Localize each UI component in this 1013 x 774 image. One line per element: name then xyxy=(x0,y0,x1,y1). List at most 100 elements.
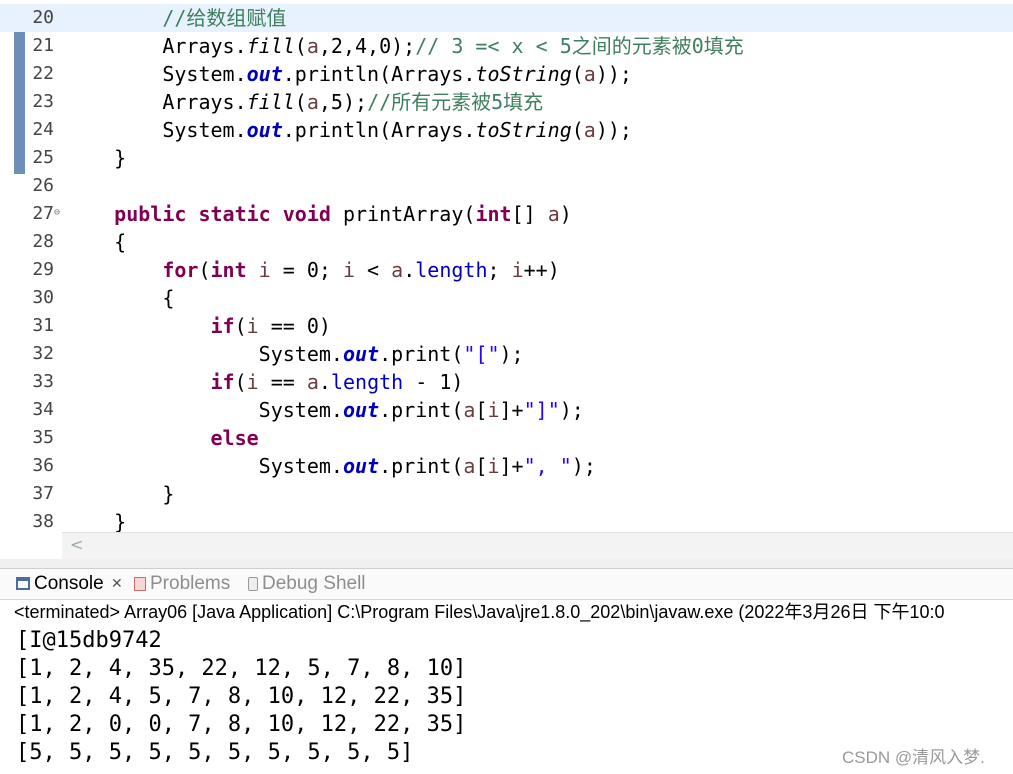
code-token: int xyxy=(210,258,247,282)
code-text: System.out.print(a[i]+", "); xyxy=(66,452,596,480)
code-token: . xyxy=(318,370,331,394)
code-token: "[" xyxy=(463,342,500,366)
code-token: // 3 =< x < 5之间的元素被0填充 xyxy=(415,34,744,58)
line-number: 29 xyxy=(32,259,54,280)
line-number: 37 xyxy=(32,483,54,504)
code-editor[interactable]: 20 //给数组赋值 21 Arrays.fill(a,2,4,0);// 3 =… xyxy=(0,0,1013,532)
code-token: ( xyxy=(571,118,584,142)
line-number: 30 xyxy=(32,287,54,308)
tab-problems[interactable]: Problems xyxy=(134,572,230,596)
code-token: )); xyxy=(595,118,632,142)
code-line[interactable]: 20 //给数组赋值 xyxy=(0,4,1013,32)
console-status: <terminated> Array06 [Java Application] … xyxy=(14,602,945,622)
tab-console-label: Console xyxy=(34,573,104,594)
code-token: .print( xyxy=(379,398,464,422)
tab-console[interactable]: Console xyxy=(16,572,104,596)
code-text: } xyxy=(66,144,126,172)
code-token: [ xyxy=(475,454,488,478)
close-tab-icon[interactable]: ✕ xyxy=(111,575,123,592)
code-token: ( xyxy=(234,314,247,338)
code-token: //给数组赋值 xyxy=(162,6,287,30)
code-token: i xyxy=(487,454,500,478)
code-token: a xyxy=(391,258,404,282)
code-line[interactable]: 35 else xyxy=(0,424,1013,452)
code-line[interactable]: 30 { xyxy=(0,284,1013,312)
tab-debug-shell[interactable]: Debug Shell xyxy=(248,572,366,596)
code-token: System. xyxy=(66,454,343,478)
code-token: System. xyxy=(66,342,343,366)
line-number: 22 xyxy=(32,63,54,84)
code-line[interactable]: 38 } xyxy=(0,508,1013,532)
line-number: 31 xyxy=(32,315,54,336)
code-token: i xyxy=(246,370,259,394)
code-line[interactable]: 37 } xyxy=(0,480,1013,508)
code-token: } xyxy=(66,482,175,506)
code-token: out xyxy=(246,118,283,142)
horizontal-scrollbar[interactable]: < xyxy=(62,532,1013,559)
line-number: 26 xyxy=(32,175,54,196)
code-token: a xyxy=(463,454,476,478)
code-token: { xyxy=(66,286,175,310)
code-token: ++) xyxy=(523,258,560,282)
code-line[interactable]: 32 System.out.print("["); xyxy=(0,340,1013,368)
code-line[interactable]: 26 xyxy=(0,172,1013,200)
code-token: out xyxy=(342,398,380,422)
code-text: Arrays.fill(a,5);//所有元素被5填充 xyxy=(66,88,543,116)
code-token: public xyxy=(114,202,187,226)
code-token: System. xyxy=(66,398,343,422)
code-token: ); xyxy=(559,398,584,422)
line-number: 25 xyxy=(32,147,54,168)
code-token: ( xyxy=(198,258,211,282)
line-number: 23 xyxy=(32,91,54,112)
code-token: ]+ xyxy=(499,398,524,422)
console-output-line: [1, 2, 0, 0, 7, 8, 10, 12, 22, 35] xyxy=(16,712,467,737)
code-token: )); xyxy=(595,62,632,86)
fold-toggle-icon[interactable]: ⊖ xyxy=(54,207,60,219)
code-token: ); xyxy=(571,454,596,478)
code-token: } xyxy=(66,510,127,532)
code-token: length xyxy=(330,370,404,394)
code-line[interactable]: 29 for(int i = 0; i < a.length; i++) xyxy=(0,256,1013,284)
code-token: - 1) xyxy=(403,370,464,394)
code-text: System.out.println(Arrays.toString(a)); xyxy=(66,60,632,88)
code-token: static xyxy=(198,202,271,226)
scroll-left-icon[interactable]: < xyxy=(70,535,83,554)
problems-icon xyxy=(134,576,146,591)
code-line[interactable]: 21 Arrays.fill(a,2,4,0);// 3 =< x < 5之间的… xyxy=(0,32,1013,60)
line-number: 36 xyxy=(32,455,54,476)
code-token: ]+ xyxy=(499,454,524,478)
code-line[interactable]: 36 System.out.print(a[i]+", "); xyxy=(0,452,1013,480)
code-token: toString xyxy=(475,118,572,142)
code-token: else xyxy=(210,426,259,450)
code-line[interactable]: 22 System.out.println(Arrays.toString(a)… xyxy=(0,60,1013,88)
console-output-line: [1, 2, 4, 5, 7, 8, 10, 12, 22, 35] xyxy=(16,684,467,709)
code-line[interactable]: 27 ⊖ public static void printArray(int[] … xyxy=(0,200,1013,228)
code-token: "]" xyxy=(523,398,560,422)
code-token: out xyxy=(342,454,380,478)
code-token: } xyxy=(66,146,127,170)
code-line[interactable]: 34 System.out.print(a[i]+"]"); xyxy=(0,396,1013,424)
code-token: i xyxy=(246,314,259,338)
code-token: ; xyxy=(487,258,512,282)
line-number: 34 xyxy=(32,399,54,420)
code-line[interactable]: 25 } xyxy=(0,144,1013,172)
watermark: CSDN @清风入梦. xyxy=(842,748,985,767)
code-line[interactable]: 28 { xyxy=(0,228,1013,256)
code-line[interactable]: 33 if(i == a.length - 1) xyxy=(0,368,1013,396)
code-text: Arrays.fill(a,2,4,0);// 3 =< x < 5之间的元素被… xyxy=(66,32,744,60)
code-token: for xyxy=(162,258,199,282)
code-token: //所有元素被5填充 xyxy=(367,90,544,114)
code-token: = 0; xyxy=(270,258,343,282)
code-token: length xyxy=(415,258,488,282)
code-token: System. xyxy=(66,118,247,142)
code-text: System.out.println(Arrays.toString(a)); xyxy=(66,116,632,144)
code-token: System. xyxy=(66,62,247,86)
code-line[interactable]: 24 System.out.println(Arrays.toString(a)… xyxy=(0,116,1013,144)
code-token: if xyxy=(210,370,235,394)
code-line[interactable]: 31 if(i == 0) xyxy=(0,312,1013,340)
code-line[interactable]: 23 Arrays.fill(a,5);//所有元素被5填充 xyxy=(0,88,1013,116)
